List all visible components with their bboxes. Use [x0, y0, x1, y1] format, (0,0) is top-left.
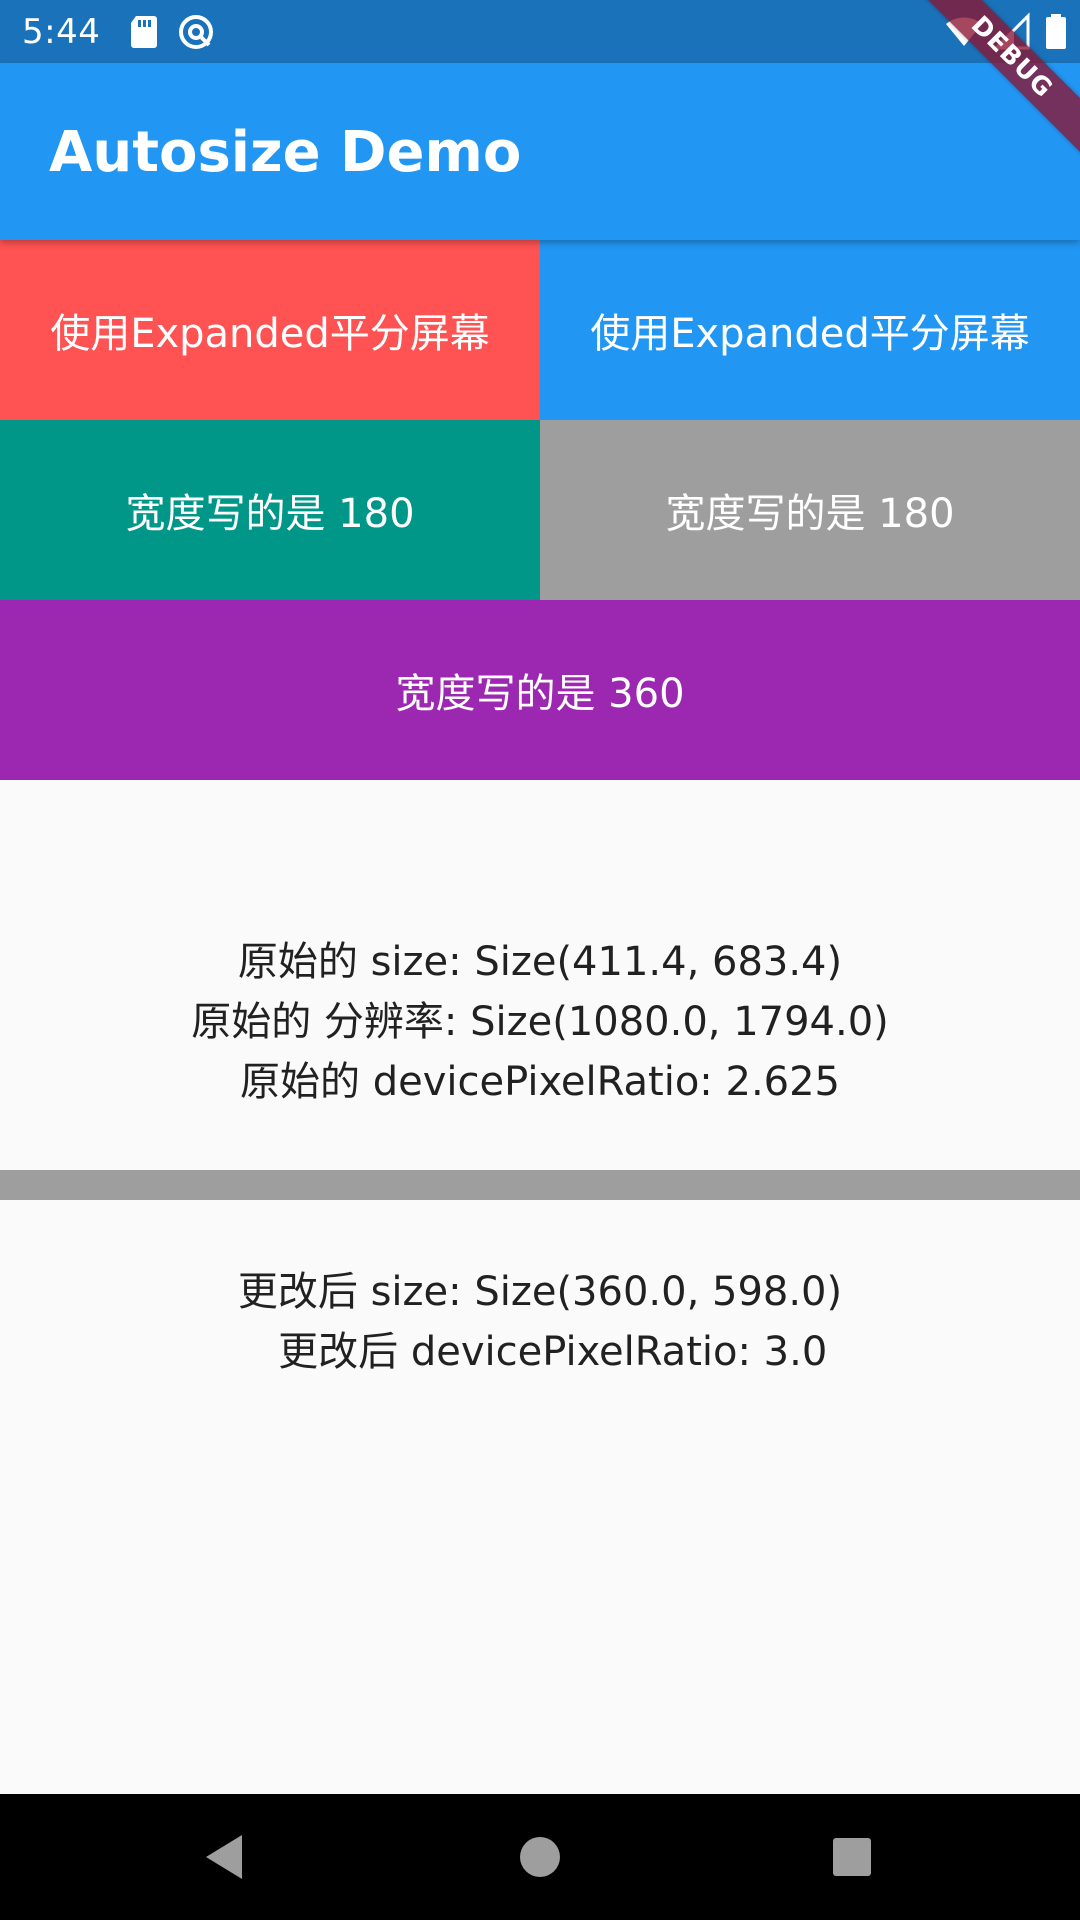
app-title: Autosize Demo — [49, 120, 522, 185]
app-bar: Autosize Demo — [0, 63, 1080, 240]
changed-info: 更改后 size: Size(360.0, 598.0) 更改后 deviceP… — [0, 1262, 1080, 1382]
changed-device-pixel-ratio-text: 更改后 devicePixelRatio: 3.0 — [252, 1329, 828, 1375]
expanded-left-label: 使用Expanded平分屏幕 — [50, 311, 490, 357]
original-info: 原始的 size: Size(411.4, 683.4) 原始的 分辨率: Si… — [0, 932, 1080, 1112]
original-size-text: 原始的 size: Size(411.4, 683.4) — [237, 939, 843, 985]
battery-icon — [1046, 14, 1066, 49]
back-icon[interactable] — [196, 1827, 256, 1887]
expanded-right-block: 使用Expanded平分屏幕 — [540, 240, 1080, 420]
screen: 5:44 DEBUG Autosize Demo 使用Expanded平分屏幕 … — [0, 0, 1080, 1920]
width-180-left-label: 宽度写的是 180 — [125, 491, 415, 537]
status-bar: 5:44 — [0, 0, 1080, 63]
changed-size-text: 更改后 size: Size(360.0, 598.0) — [237, 1269, 843, 1315]
home-icon[interactable] — [510, 1827, 570, 1887]
divider — [0, 1170, 1080, 1200]
status-time: 5:44 — [22, 12, 101, 52]
width-180-right-block: 宽度写的是 180 — [540, 420, 1080, 600]
original-device-pixel-ratio-text: 原始的 devicePixelRatio: 2.625 — [239, 1059, 841, 1105]
width-180-left-block: 宽度写的是 180 — [0, 420, 540, 600]
width-180-right-label: 宽度写的是 180 — [665, 491, 955, 537]
width-360-block: 宽度写的是 360 — [0, 600, 1080, 780]
navigation-bar — [0, 1794, 1080, 1920]
original-resolution-text: 原始的 分辨率: Size(1080.0, 1794.0) — [191, 999, 889, 1045]
sync-icon — [179, 15, 213, 49]
expanded-right-label: 使用Expanded平分屏幕 — [590, 311, 1030, 357]
sd-card-icon — [131, 16, 157, 48]
recents-icon[interactable] — [822, 1827, 882, 1887]
width-360-label: 宽度写的是 360 — [395, 671, 685, 717]
expanded-left-block: 使用Expanded平分屏幕 — [0, 240, 540, 420]
